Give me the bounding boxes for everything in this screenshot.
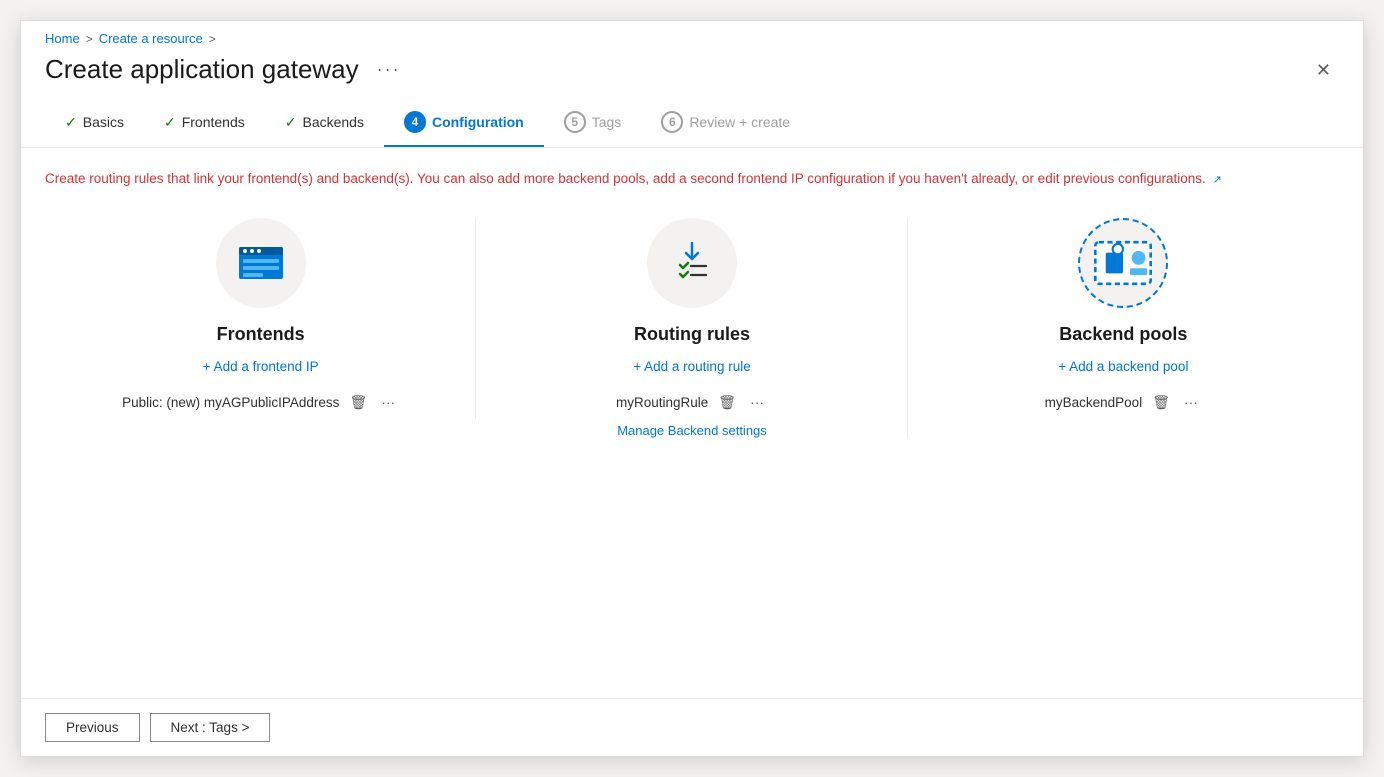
tab-tags-label: Tags [592, 114, 622, 130]
dashed-border [1078, 218, 1168, 308]
header: Create application gateway ··· ✕ [21, 46, 1363, 101]
frontend-item-row: Public: (new) myAGPublicIPAddress 🗑 ··· [65, 392, 456, 413]
routing-rules-icon-circle [647, 218, 737, 308]
backend-pool-delete-button[interactable]: 🗑 [1148, 392, 1174, 413]
frontend-item-text: Public: (new) myAGPublicIPAddress [122, 395, 339, 410]
breadcrumb-sep2: > [209, 32, 216, 46]
external-link-icon: ↗ [1213, 174, 1222, 186]
routing-rules-title: Routing rules [634, 324, 750, 345]
page-title: Create application gateway [45, 54, 359, 85]
backend-pool-more-button[interactable]: ··· [1180, 392, 1202, 412]
routing-rules-column: Routing rules + Add a routing rule myRou… [476, 218, 907, 438]
header-left: Create application gateway ··· [45, 54, 407, 85]
backend-pools-icon-circle [1078, 218, 1168, 308]
add-frontend-ip-link[interactable]: + Add a frontend IP [203, 359, 319, 374]
add-backend-pool-link[interactable]: + Add a backend pool [1058, 359, 1188, 374]
breadcrumb-create-resource[interactable]: Create a resource [99, 31, 203, 46]
check-icon-frontends: ✓ [164, 114, 176, 131]
breadcrumb-sep1: > [86, 32, 93, 46]
backend-pools-column: Backend pools + Add a backend pool myBac… [908, 218, 1339, 419]
tab-configuration-label: Configuration [432, 114, 524, 130]
check-icon-backends: ✓ [285, 114, 297, 131]
breadcrumb: Home > Create a resource > [21, 21, 1363, 46]
tabs-bar: ✓ Basics ✓ Frontends ✓ Backends 4 Config… [21, 101, 1363, 148]
tab-backends[interactable]: ✓ Backends [265, 104, 384, 145]
routing-rule-item-row: myRoutingRule 🗑 ··· [496, 392, 887, 413]
tab-backends-label: Backends [302, 114, 363, 130]
tab-review[interactable]: 6 Review + create [641, 101, 810, 147]
tab-number-tags: 5 [564, 111, 586, 133]
routing-rules-icon [666, 237, 718, 289]
dialog: Home > Create a resource > Create applic… [20, 20, 1364, 757]
info-text: Create routing rules that link your fron… [45, 168, 1245, 190]
next-button[interactable]: Next : Tags > [150, 713, 271, 742]
routing-rule-more-button[interactable]: ··· [746, 392, 768, 412]
ellipsis-button[interactable]: ··· [371, 57, 407, 82]
close-button[interactable]: ✕ [1308, 57, 1339, 83]
previous-button[interactable]: Previous [45, 713, 140, 742]
columns-container: Frontends + Add a frontend IP Public: (n… [45, 218, 1339, 438]
tab-number-review: 6 [661, 111, 683, 133]
frontends-title: Frontends [217, 324, 305, 345]
tab-basics[interactable]: ✓ Basics [45, 104, 144, 145]
footer: Previous Next : Tags > [21, 698, 1363, 756]
frontends-icon [235, 237, 287, 289]
frontend-delete-button[interactable]: 🗑 [345, 392, 371, 413]
tab-frontends[interactable]: ✓ Frontends [144, 104, 265, 145]
manage-backend-settings-link[interactable]: Manage Backend settings [617, 423, 767, 438]
routing-rule-item-text: myRoutingRule [616, 395, 708, 410]
tab-number-configuration: 4 [404, 111, 426, 133]
check-icon-basics: ✓ [65, 114, 77, 131]
content-area: Create routing rules that link your fron… [21, 148, 1363, 698]
add-routing-rule-link[interactable]: + Add a routing rule [633, 359, 750, 374]
backend-pool-item-text: myBackendPool [1045, 395, 1143, 410]
backend-pool-item-row: myBackendPool 🗑 ··· [928, 392, 1319, 413]
tab-configuration[interactable]: 4 Configuration [384, 101, 544, 147]
frontend-more-button[interactable]: ··· [377, 392, 399, 412]
routing-rule-delete-button[interactable]: 🗑 [714, 392, 740, 413]
tab-basics-label: Basics [83, 114, 124, 130]
breadcrumb-home[interactable]: Home [45, 31, 80, 46]
frontends-column: Frontends + Add a frontend IP Public: (n… [45, 218, 476, 419]
tab-review-label: Review + create [689, 114, 790, 130]
backend-pools-title: Backend pools [1059, 324, 1187, 345]
frontends-icon-circle [216, 218, 306, 308]
tab-tags[interactable]: 5 Tags [544, 101, 642, 147]
tab-frontends-label: Frontends [182, 114, 245, 130]
